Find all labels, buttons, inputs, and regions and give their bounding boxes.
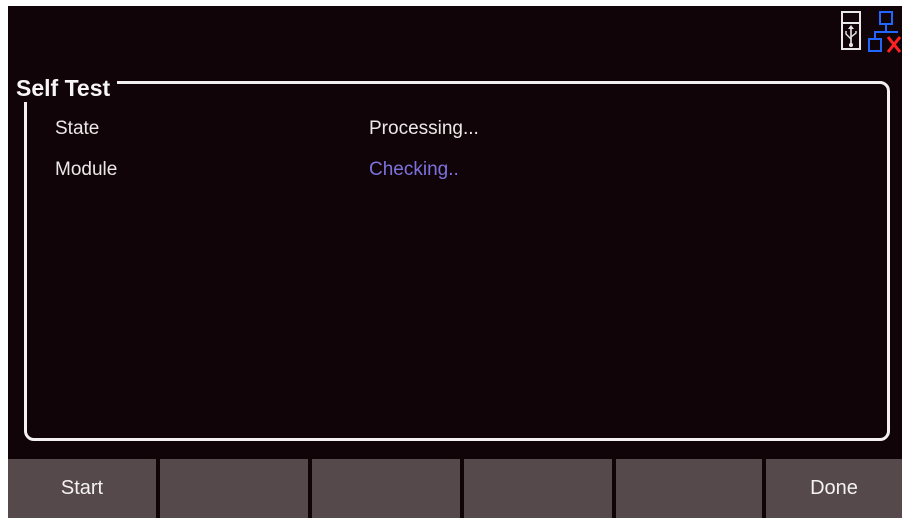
status-bar (840, 10, 902, 66)
instrument-screen: Self Test State Processing... Module Che… (8, 6, 902, 518)
panel-title: Self Test (12, 74, 118, 102)
module-value: Checking.. (369, 159, 459, 180)
usb-storage-icon (841, 11, 861, 50)
softkey-2[interactable] (160, 459, 308, 518)
module-label: Module (55, 159, 118, 180)
state-value: Processing... (369, 118, 479, 139)
network-disconnected-icon (868, 11, 902, 53)
softkey-4[interactable] (464, 459, 612, 518)
state-label: State (55, 118, 100, 139)
softkey-5[interactable] (616, 459, 762, 518)
start-softkey[interactable]: Start (8, 459, 156, 518)
softkey-bar: Start Done (8, 459, 902, 518)
done-softkey[interactable]: Done (766, 459, 902, 518)
softkey-3[interactable] (312, 459, 460, 518)
